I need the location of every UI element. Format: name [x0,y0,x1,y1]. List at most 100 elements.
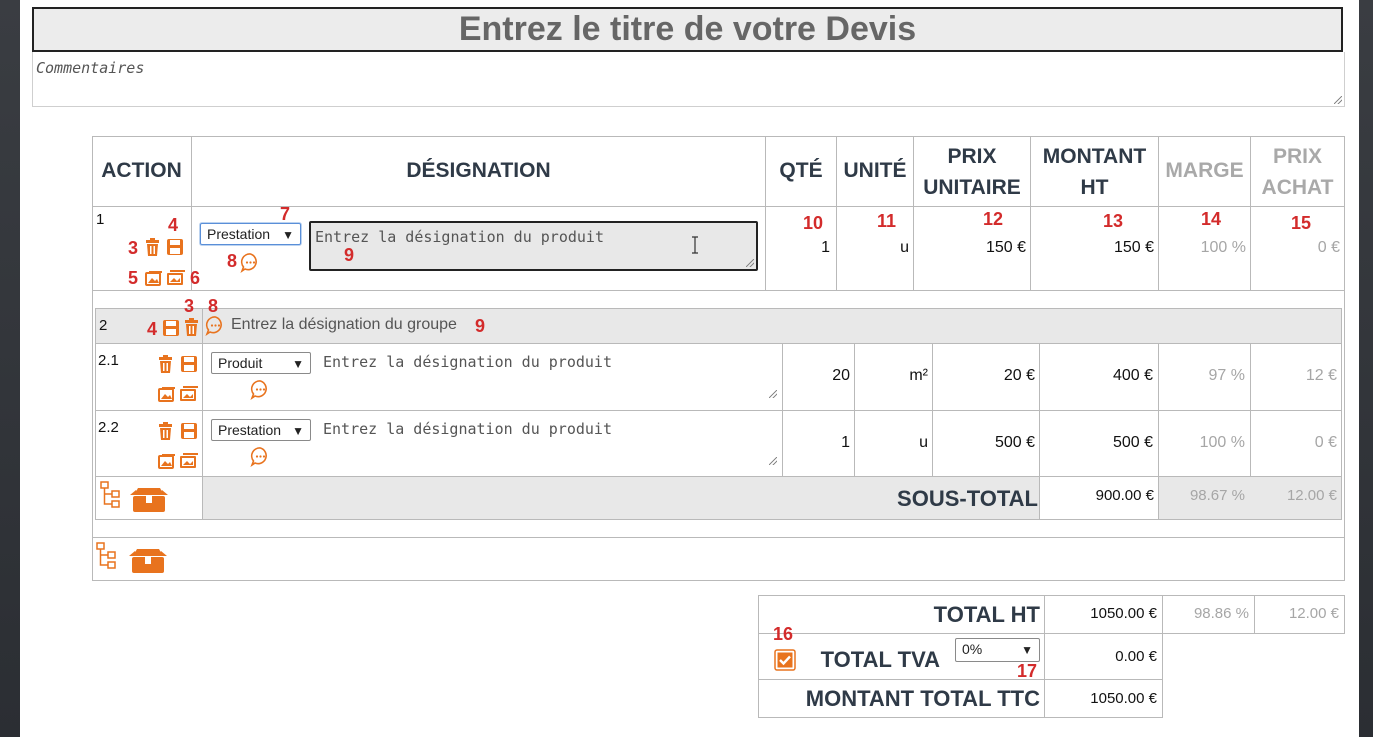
marker: 13 [1103,211,1124,231]
unit-cell[interactable]: u [837,239,909,257]
header-unit-price: PRIX UNITAIRE [923,145,1021,199]
marker: 4 [147,319,158,339]
marker: 6 [190,268,201,288]
amount-cell: 150 € [1113,239,1154,256]
marker: 11 [877,211,897,231]
tva-rate-select[interactable]: 0% ▼ [955,638,1040,662]
comment-icon[interactable] [250,379,271,400]
right-dark-edge [1359,0,1373,737]
total-tva-label: TOTAL TVA [820,647,940,672]
tree-icon[interactable] [99,480,121,510]
group-index: 2 [99,317,108,334]
dropdown-arrow-icon: ▼ [292,357,304,371]
gallery-icon[interactable] [166,270,186,286]
group-designation-input[interactable]: Entrez la désignation du groupe [231,316,457,334]
comment-icon[interactable] [240,252,261,273]
subtotal-purchase: 12.00 € [1286,487,1337,504]
amount-cell: 400 € [1112,367,1153,384]
designation-textarea[interactable]: Entrez la désignation du produit [319,348,779,400]
save-icon[interactable] [180,422,198,440]
row-index: 1 [96,211,105,228]
unit-price-cell[interactable]: 20 € [933,367,1035,385]
total-ht-label: TOTAL HT [933,602,1040,627]
resize-handle-icon[interactable] [746,259,754,267]
purchase-cell[interactable]: 0 € [1251,239,1340,257]
dropdown-arrow-icon: ▼ [1021,643,1033,657]
header-unit: UNITÉ [843,159,907,182]
comments-textarea[interactable]: Commentaires [32,52,1345,107]
total-ht-margin: 98.86 % [1193,605,1249,622]
margin-cell: 97 % [1208,367,1245,384]
qty-cell[interactable]: 1 [783,434,850,452]
text-cursor-icon [692,236,698,254]
designation-placeholder: Entrez la désignation du produit [323,420,612,438]
comment-icon[interactable] [205,315,226,336]
type-select[interactable]: Produit ▼ [211,352,311,374]
margin-cell: 100 % [1199,434,1245,451]
unit-cell[interactable]: m² [855,367,928,385]
marker: 17 [1017,661,1038,681]
marker: 12 [983,209,1004,229]
subtotal-amount: 900.00 € [1095,487,1154,504]
trash-icon[interactable] [184,318,199,337]
image-icon[interactable] [158,453,176,469]
gallery-icon[interactable] [179,453,199,469]
box-icon[interactable] [130,486,168,513]
resize-handle-icon[interactable] [769,457,777,465]
unit-price-cell[interactable]: 150 € [914,239,1026,257]
purchase-cell[interactable]: 0 € [1251,434,1337,452]
header-action: ACTION [101,159,182,182]
box-icon[interactable] [129,547,167,574]
marker: 5 [128,268,139,288]
comments-placeholder: Commentaires [36,59,145,77]
purchase-cell[interactable]: 12 € [1251,367,1337,385]
dropdown-arrow-icon: ▼ [292,424,304,438]
subtotal-label: SOUS-TOTAL [897,486,1038,511]
header-designation: DÉSIGNATION [406,159,551,182]
amount-cell: 500 € [1112,434,1153,451]
quote-title-input[interactable]: Entrez le titre de votre Devis [32,7,1343,52]
tree-icon[interactable] [95,541,117,571]
total-ttc-label: MONTANT TOTAL TTC [805,686,1040,711]
gallery-icon[interactable] [179,386,199,402]
resize-handle-icon[interactable] [1334,96,1342,104]
margin-cell: 100 % [1200,239,1246,256]
marker: 16 [773,624,794,644]
designation-textarea[interactable]: Entrez la désignation du produit [319,415,779,467]
marker: 4 [168,215,179,235]
type-select-value: Prestation [218,422,282,438]
image-icon[interactable] [158,386,176,402]
total-ttc-amount: 1050.00 € [1090,690,1157,707]
trash-icon[interactable] [145,238,160,257]
trash-icon[interactable] [158,355,173,374]
qty-cell[interactable]: 1 [766,239,830,257]
marker: 3 [128,238,139,258]
trash-icon[interactable] [158,422,173,441]
marker: 3 [184,296,195,316]
unit-cell[interactable]: u [855,434,928,452]
save-icon[interactable] [166,238,184,256]
left-dark-edge [0,0,20,737]
designation-placeholder: Entrez la désignation du produit [323,353,612,371]
designation-placeholder: Entrez la désignation du produit [315,228,604,246]
subtotal-margin: 98.67 % [1189,487,1245,504]
header-purchase-price: PRIX ACHAT [1261,145,1334,199]
resize-handle-icon[interactable] [769,390,777,398]
qty-cell[interactable]: 20 [783,367,850,385]
type-select[interactable]: Prestation ▼ [200,223,301,245]
image-icon[interactable] [145,270,163,286]
total-tva-amount: 0.00 € [1115,648,1157,665]
tva-rate-value: 0% [962,641,983,657]
row-index: 2.2 [98,419,119,436]
marker: 9 [475,316,486,336]
marker: 7 [280,204,291,224]
marker: 10 [803,213,824,233]
marker: 9 [344,245,355,265]
unit-price-cell[interactable]: 500 € [933,434,1035,452]
comment-icon[interactable] [250,446,271,467]
checkbox-icon[interactable] [774,649,796,671]
total-ht-amount: 1050.00 € [1090,605,1157,622]
save-icon[interactable] [162,319,180,337]
save-icon[interactable] [180,355,198,373]
type-select[interactable]: Prestation ▼ [211,419,311,441]
